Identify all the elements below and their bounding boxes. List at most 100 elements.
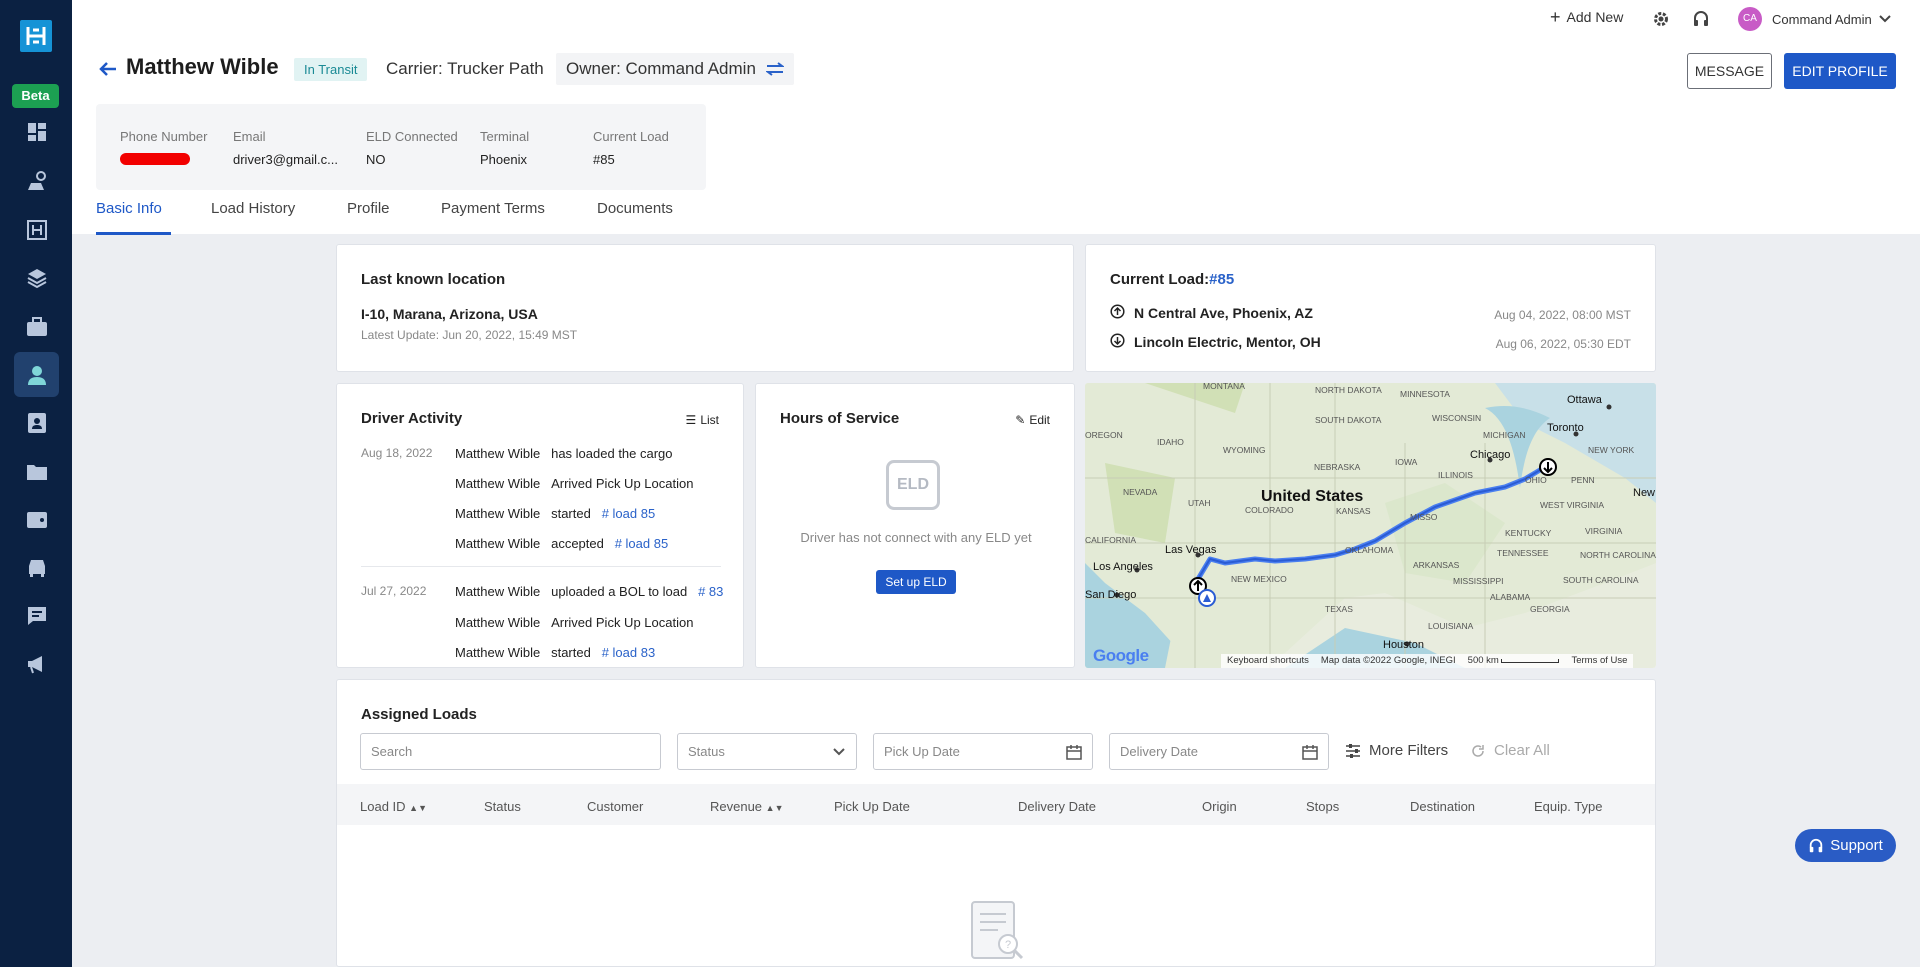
tab-payment-terms[interactable]: Payment Terms	[441, 200, 545, 217]
delivery-address: Lincoln Electric, Mentor, OH	[1134, 334, 1321, 350]
owner-selector[interactable]: Owner: Command Admin	[556, 53, 794, 85]
load-link[interactable]: # load 85	[602, 506, 656, 521]
message-button[interactable]: MESSAGE	[1687, 53, 1772, 89]
phone-field: Phone Number	[120, 129, 207, 165]
vehicles-icon[interactable]	[14, 545, 59, 590]
terms-link[interactable]: Terms of Use	[1571, 655, 1627, 667]
beta-badge: Beta	[12, 84, 59, 108]
column-destination: Destination	[1410, 799, 1476, 814]
tab-profile[interactable]: Profile	[347, 200, 390, 217]
svg-text:NORTH CAROLINA: NORTH CAROLINA	[1580, 550, 1656, 560]
last-location-address: I-10, Marana, Arizona, USA	[361, 306, 538, 322]
column-load-id[interactable]: Load ID ▲▼	[360, 799, 427, 814]
svg-text:KANSAS: KANSAS	[1336, 506, 1371, 516]
svg-text:KENTUCKY: KENTUCKY	[1505, 528, 1552, 538]
status-badge: In Transit	[294, 58, 368, 81]
more-filters-button[interactable]: More Filters	[1345, 742, 1448, 759]
activity-date: Aug 18, 2022	[361, 446, 433, 460]
announcements-icon[interactable]	[14, 641, 59, 686]
activity-item: Matthew Wible uploaded a BOL to load # 8…	[455, 584, 724, 599]
svg-text:IDAHO: IDAHO	[1157, 437, 1184, 447]
headset-icon[interactable]	[1692, 10, 1710, 28]
phone-redacted	[120, 153, 190, 165]
activity-list-button[interactable]: ☰ List	[686, 413, 719, 427]
column-equip-type: Equip. Type	[1534, 799, 1603, 814]
svg-text:Houston: Houston	[1383, 639, 1424, 651]
dashboard-icon[interactable]	[14, 109, 59, 154]
layers-icon[interactable]	[14, 255, 59, 300]
svg-text:LOUISIANA: LOUISIANA	[1428, 621, 1474, 631]
folders-icon[interactable]	[14, 449, 59, 494]
tab-documents[interactable]: Documents	[597, 200, 673, 217]
svg-text:NEBRASKA: NEBRASKA	[1314, 462, 1361, 472]
empty-state-icon: ?	[970, 900, 1026, 967]
messages-icon[interactable]	[14, 593, 59, 638]
load-link[interactable]: # load 85	[615, 536, 669, 551]
svg-text:PENN: PENN	[1571, 475, 1595, 485]
last-location-card: Last known location I-10, Marana, Arizon…	[336, 244, 1074, 372]
back-arrow-icon[interactable]	[98, 60, 118, 83]
activity-item: Matthew Wible Arrived Pick Up Location	[455, 476, 694, 491]
svg-text:OHIO: OHIO	[1525, 475, 1547, 485]
svg-text:TEXAS: TEXAS	[1325, 604, 1353, 614]
tab-basic-info[interactable]: Basic Info	[96, 200, 162, 217]
status-select[interactable]: Status	[677, 733, 857, 770]
delivery-arrow-icon	[1110, 333, 1125, 348]
route-map[interactable]: United States Chicago Toronto Ottawa Los…	[1085, 383, 1656, 668]
svg-text:OREGON: OREGON	[1085, 430, 1123, 440]
svg-text:Los Angeles: Los Angeles	[1093, 561, 1153, 573]
eld-device-icon: ELD	[886, 460, 940, 510]
column-revenue[interactable]: Revenue ▲▼	[710, 799, 784, 814]
dispatch-icon[interactable]	[14, 158, 59, 203]
load-link[interactable]: # 83	[698, 584, 723, 599]
load-link[interactable]: # load 83	[602, 645, 656, 660]
settings-gear-icon[interactable]	[1652, 10, 1670, 28]
activity-item: Matthew Wible accepted # load 85	[455, 536, 669, 551]
hos-empty-message: Driver has not connect with any ELD yet	[800, 530, 1032, 545]
hos-edit-button[interactable]: ✎ Edit	[1015, 413, 1050, 427]
briefcase-icon[interactable]	[14, 304, 59, 349]
terminal-field: Terminal Phoenix	[480, 129, 530, 167]
map-canvas[interactable]: United States Chicago Toronto Ottawa Los…	[1085, 383, 1656, 668]
plus-icon: +	[1550, 7, 1561, 27]
contacts-icon[interactable]	[14, 400, 59, 445]
user-menu[interactable]: CA Command Admin	[1738, 7, 1892, 31]
column-stops: Stops	[1306, 799, 1340, 814]
edit-icon: ✎	[1015, 413, 1026, 427]
current-load-link[interactable]: #85	[1209, 271, 1234, 288]
svg-text:IOWA: IOWA	[1395, 457, 1418, 467]
driver-name: Matthew Wible	[126, 54, 279, 79]
svg-text:MISSO: MISSO	[1410, 512, 1438, 522]
chevron-down-icon	[833, 748, 845, 756]
tab-load-history[interactable]: Load History	[211, 200, 295, 217]
eld-field: ELD Connected NO	[366, 129, 458, 167]
svg-text:SOUTH DAKOTA: SOUTH DAKOTA	[1315, 415, 1382, 425]
column-status: Status	[484, 799, 521, 814]
wallet-icon[interactable]	[14, 497, 59, 542]
map-attribution: Keyboard shortcuts Map data ©2022 Google…	[1221, 654, 1634, 668]
refresh-icon	[1472, 744, 1484, 757]
drivers-icon[interactable]	[14, 352, 59, 397]
svg-text:ALABAMA: ALABAMA	[1490, 592, 1530, 602]
calendar-icon	[1302, 745, 1318, 760]
keyboard-shortcuts-link[interactable]: Keyboard shortcuts	[1227, 655, 1309, 667]
add-new-button[interactable]: + Add New	[1550, 7, 1623, 27]
edit-profile-button[interactable]: EDIT PROFILE	[1784, 53, 1896, 89]
support-button[interactable]: Support	[1795, 829, 1896, 862]
app-logo-icon[interactable]	[20, 20, 52, 52]
clear-all-button[interactable]: Clear All	[1470, 742, 1550, 759]
pickup-time: Aug 04, 2022, 08:00 MST	[1494, 308, 1631, 322]
setup-eld-button[interactable]: Set up ELD	[876, 570, 956, 594]
activity-item: Matthew Wible started # load 83	[455, 645, 656, 660]
pickup-date-input[interactable]: Pick Up Date	[873, 733, 1093, 770]
svg-text:TENNESSEE: TENNESSEE	[1497, 548, 1549, 558]
svg-text:WYOMING: WYOMING	[1223, 445, 1266, 455]
svg-text:MINNESOTA: MINNESOTA	[1400, 389, 1450, 399]
activity-date: Jul 27, 2022	[361, 584, 427, 598]
loads-board-icon[interactable]	[14, 207, 59, 252]
delivery-date-input[interactable]: Delivery Date	[1109, 733, 1329, 770]
current-load-card: Current Load:#85 N Central Ave, Phoenix,…	[1085, 244, 1656, 372]
driver-activity-card: Driver Activity ☰ List Aug 18, 2022 Matt…	[336, 383, 744, 668]
column-origin: Origin	[1202, 799, 1237, 814]
search-input[interactable]: Search	[360, 733, 661, 770]
